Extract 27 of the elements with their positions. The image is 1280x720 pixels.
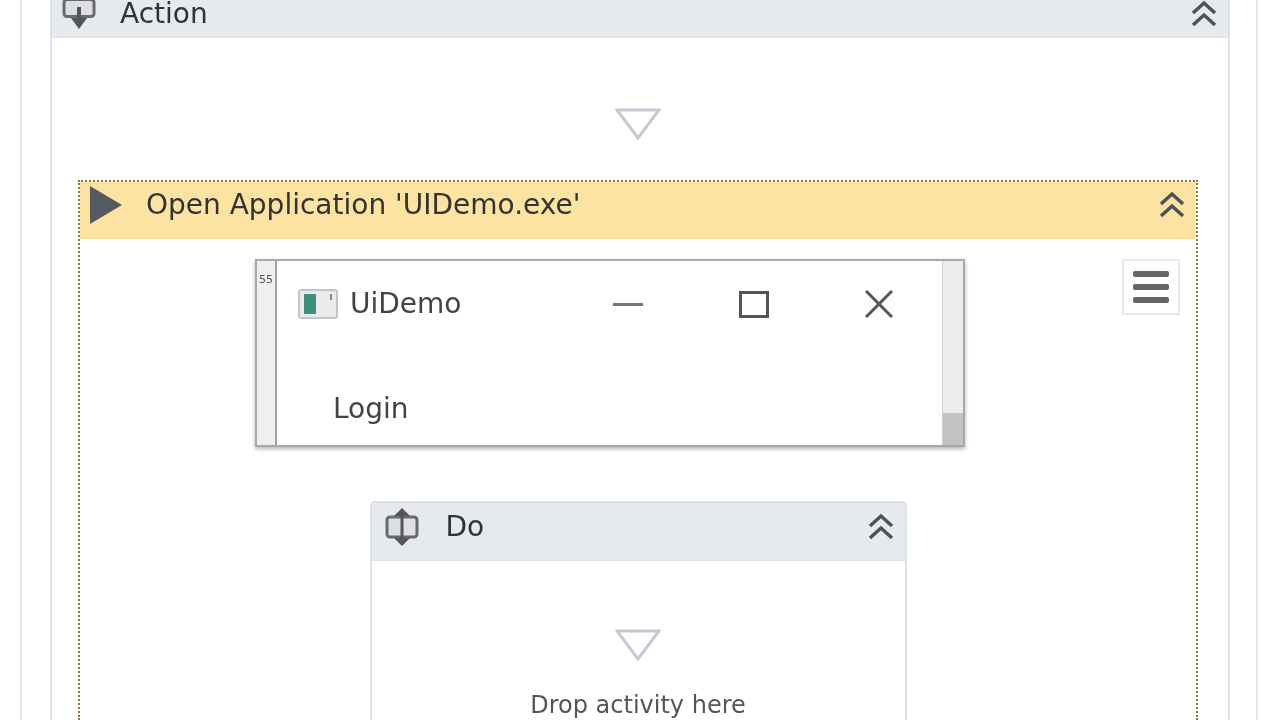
double-chevron-icon[interactable] — [866, 512, 895, 541]
activity-card[interactable]: Do Drop activity here — [369, 501, 907, 720]
login-label: Login — [333, 392, 409, 426]
double-chevron-icon[interactable] — [1190, 0, 1218, 28]
activity-title: Open Application 'UIDemo.exe' — [146, 188, 581, 222]
close-icon — [865, 290, 893, 318]
triangle-icon — [615, 629, 661, 661]
maximize-icon — [739, 290, 769, 318]
menu-icon — [1133, 271, 1169, 303]
activity-title: Action — [120, 0, 208, 31]
minimize-icon — [613, 302, 643, 306]
activity-header[interactable]: Action — [52, 0, 1228, 38]
cut-off-text: 55 — [259, 273, 273, 286]
menu-button[interactable] — [1122, 259, 1180, 315]
play-icon — [90, 186, 122, 224]
activity-card[interactable]: Action Open Application 'UIDemo.exe' 55 UiDemo Login Do Drop activity here — [50, 0, 1230, 720]
box-arrow-icon — [62, 0, 96, 30]
activity-header[interactable]: Open Application 'UIDemo.exe' — [80, 182, 1196, 239]
window-icon — [298, 289, 338, 319]
activity-header[interactable]: Do — [371, 503, 905, 561]
triangle-icon — [615, 108, 661, 140]
window-title: UiDemo — [350, 287, 462, 321]
activity-title: Do — [445, 509, 485, 544]
drop-hint: Drop activity here — [530, 691, 746, 719]
activity-card[interactable]: Open Application 'UIDemo.exe' 55 UiDemo Login Do Drop activity here — [78, 180, 1198, 720]
double-chevron-icon[interactable] — [1158, 191, 1186, 219]
scrollbar-thumb — [943, 413, 963, 445]
